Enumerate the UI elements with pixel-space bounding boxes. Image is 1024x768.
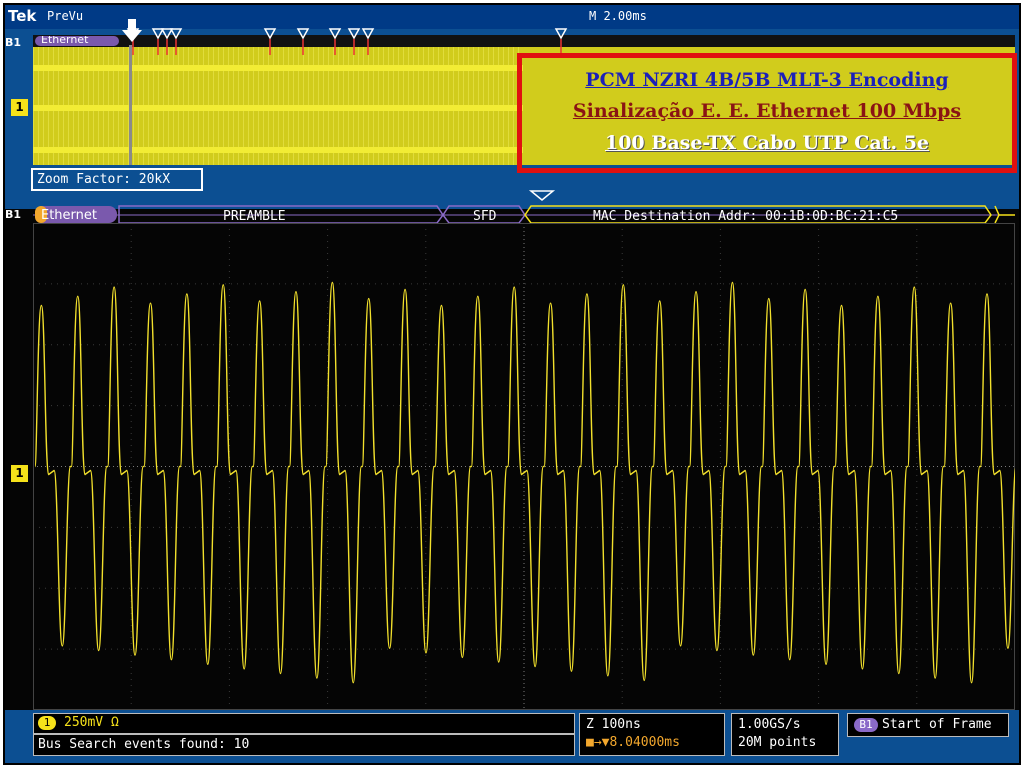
search-event-marker-icon [554,28,568,40]
overview-trace-band [33,105,523,111]
overview-trace-band [33,65,523,71]
arrow-down-icon [122,19,142,42]
trigger-position-icon: ■→▼ [586,735,610,750]
search-event-marker-icon [160,28,174,40]
search-event-marker-icon [169,28,183,40]
trigger-readout[interactable]: B1 Start of Frame [847,713,1009,737]
zoom-window-indicator[interactable] [129,45,132,165]
channel-1-scale: 250mV [64,715,104,730]
search-event-marker-icon [263,28,277,40]
record-length: 20M points [738,735,817,750]
acquisition-readout[interactable]: 1.00GS/s 20M points [731,713,839,756]
search-event-marker-icon [328,28,342,40]
title-annotation-box: PCM NZRI 4B/5B MLT-3 Encoding Sinalizaçã… [517,53,1017,173]
packet-preamble-label: PREAMBLE [223,209,286,224]
channel-1-trace [34,281,1015,684]
bus-marker[interactable]: B1 [5,208,21,221]
search-event-marker-icon [347,28,361,40]
waveform-graticule[interactable] [33,223,1015,710]
overview-channel-marker[interactable]: 1 [11,99,28,116]
brand-logo: Tek [8,7,37,25]
search-event-marker-icon [296,28,310,40]
search-results-text: Bus Search events found: 10 [38,737,250,752]
sample-rate: 1.00GS/s [738,717,801,732]
top-status-bar: Tek PreVu M 2.00ms [5,5,1019,29]
zoom-factor-label: Zoom Factor: 20kX [31,168,203,191]
title-line-2: Sinalização E. E. Ethernet 100 Mbps [572,100,962,122]
search-event-marker-icon [151,28,165,40]
bus-decode-lane: Ethernet PREAMBLE SFD MAC Destination Ad… [33,190,1015,224]
title-line-3: 100 Base-TX Cabo UTP Cat. 5e [604,132,930,154]
channel-1-marker[interactable]: 1 [11,465,28,482]
acquisition-mode: PreVu [47,9,84,23]
trigger-source-chip: B1 [854,717,878,732]
oscilloscope-screen: Tek PreVu M 2.00ms Ethernet B1 1 PCM NZR… [3,3,1021,765]
channel-1-chip: 1 [38,715,56,730]
search-event-marker-icon [361,28,375,40]
bottom-readout-bar: 1 250mV Ω Bus Search events found: 10 Z 1… [5,710,1019,763]
trigger-type: Start of Frame [882,717,992,732]
timebase-readout[interactable]: Z 100ns ■→▼8.04000ms [579,713,725,756]
trigger-marker-icon [528,190,556,201]
packet-mac-destination-label: MAC Destination Addr: 00:1B:0D:BC:21:C5 [593,209,898,224]
title-line-1: PCM NZRI 4B/5B MLT-3 Encoding [585,69,949,91]
zoom-timebase: Z 100ns [586,717,641,732]
search-results-readout[interactable]: Bus Search events found: 10 [33,734,575,756]
trigger-position: 8.04000ms [609,735,680,750]
horizontal-position-readout: M 2.00ms [589,9,647,23]
bus-decode-label: Ethernet [41,208,97,223]
channel-1-readout[interactable]: 1 250mV Ω [33,713,575,734]
impedance-icon: Ω [110,715,119,730]
overview-trace-band [33,147,523,153]
packet-sfd-label: SFD [473,209,497,224]
